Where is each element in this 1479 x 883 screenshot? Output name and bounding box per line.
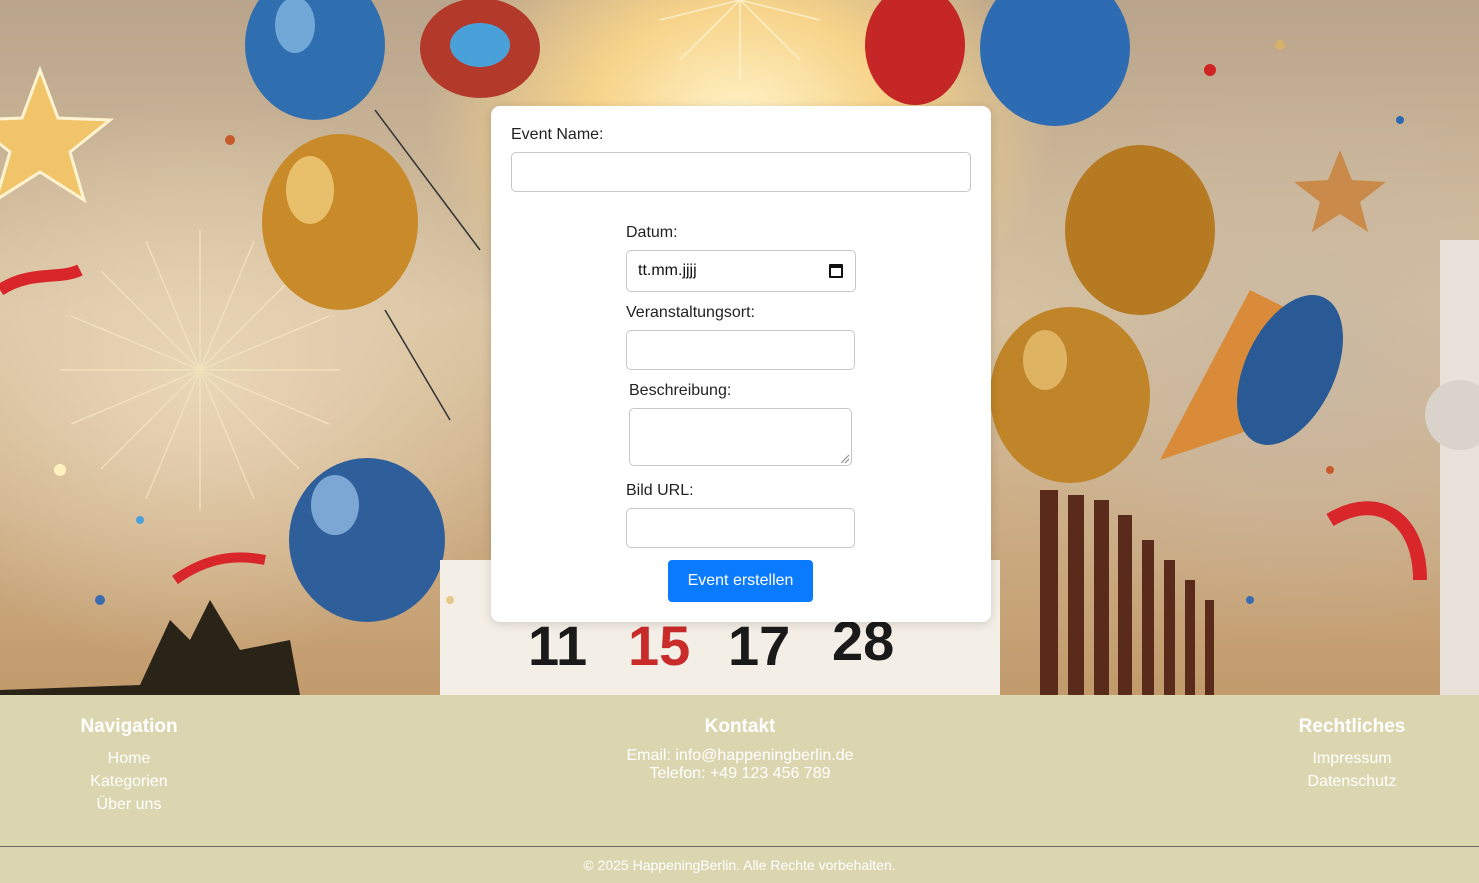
date-label: Datum: [626,224,678,241]
date-placeholder: tt.mm.jjjj [638,262,697,279]
create-event-form: Event Name: Datum: tt.mm.jjjj Veranstalt… [491,106,991,622]
event-name-input[interactable] [511,152,971,192]
footer-link-ueber-uns[interactable]: Über uns [49,793,209,816]
footer-navigation: Navigation Home Kategorien Über uns [49,716,209,816]
svg-text:15: 15 [628,614,690,677]
footer-contact-email[interactable]: Email: info@happeningberlin.de [590,747,890,765]
event-name-label: Event Name: [511,126,604,143]
image-url-input[interactable] [626,508,855,548]
location-input[interactable] [626,330,855,370]
footer-navigation-title: Navigation [80,716,178,737]
footer-legal-title: Rechtliches [1298,716,1406,737]
svg-text:17: 17 [728,614,790,677]
footer-link-kategorien[interactable]: Kategorien [49,770,209,793]
date-input[interactable]: tt.mm.jjjj [626,250,856,292]
location-label: Veranstaltungsort: [626,304,755,321]
footer-contact-title: Kontakt [704,716,776,737]
footer: Navigation Home Kategorien Über uns Kont… [0,695,1479,883]
footer-contact-phone: Telefon: +49 123 456 789 [649,765,831,782]
footer-copyright: © 2025 HappeningBerlin. Alle Rechte vorb… [583,857,896,873]
footer-link-datenschutz[interactable]: Datenschutz [1272,770,1432,793]
footer-legal: Rechtliches Impressum Datenschutz [1272,716,1432,793]
calendar-icon[interactable] [829,264,843,278]
footer-link-home[interactable]: Home [49,747,209,770]
image-url-label: Bild URL: [626,482,694,499]
create-event-button[interactable]: Event erstellen [668,560,813,602]
description-textarea[interactable] [629,408,852,466]
svg-text:11: 11 [528,614,587,677]
resize-handle-icon[interactable] [841,455,849,463]
footer-contact: Kontakt Email: info@happeningberlin.de T… [590,716,890,783]
footer-divider [0,846,1479,847]
footer-link-impressum[interactable]: Impressum [1272,747,1432,770]
description-label: Beschreibung: [629,382,732,399]
